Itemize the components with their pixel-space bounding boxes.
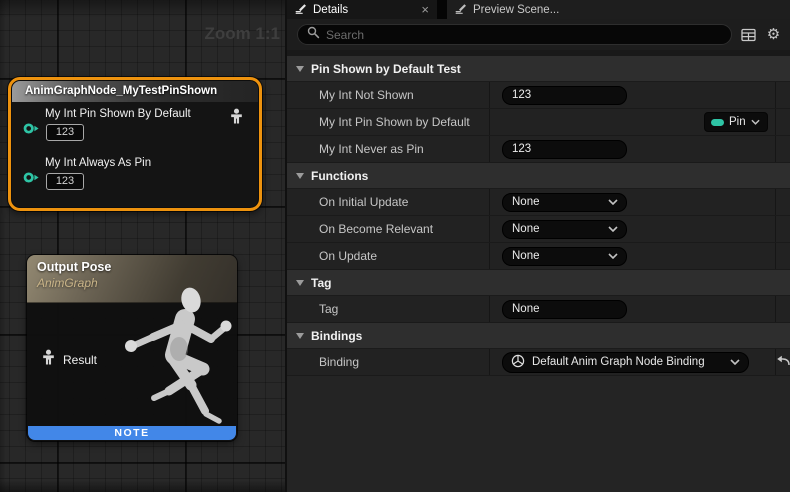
tab-preview-scene[interactable]: Preview Scene... <box>447 0 790 19</box>
node-note-banner[interactable]: NOTE <box>28 426 236 440</box>
function-dropdown[interactable]: None <box>502 247 627 266</box>
int-value-input[interactable]: 123 <box>502 140 627 159</box>
tab-label: Details <box>313 4 348 16</box>
property-row-on-update: On Update None <box>287 243 790 270</box>
chevron-down-icon <box>608 196 618 208</box>
reset-to-default-icon[interactable] <box>776 353 790 371</box>
section-header-tag[interactable]: Tag <box>287 270 790 296</box>
property-row-tag: Tag None <box>287 296 790 323</box>
result-pin-label: Result <box>63 353 97 367</box>
section-header-bindings[interactable]: Bindings <box>287 323 790 349</box>
property-row-on-initial-update: On Initial Update None <box>287 189 790 216</box>
zoom-level-label: Zoom 1:1 <box>204 24 280 44</box>
binding-class-icon <box>511 354 525 371</box>
property-row-my-int-not-shown: My Int Not Shown 123 <box>287 82 790 109</box>
section-header-pin-shown-by-default-test[interactable]: Pin Shown by Default Test <box>287 56 790 82</box>
section-header-functions[interactable]: Functions <box>287 163 790 189</box>
pin-visibility-dropdown[interactable]: Pin <box>704 112 768 132</box>
close-tab-icon[interactable]: × <box>421 3 429 16</box>
view-options-icon[interactable] <box>740 26 757 43</box>
binding-dropdown[interactable]: Default Anim Graph Node Binding <box>502 352 749 373</box>
collapse-arrow-icon[interactable] <box>296 66 304 72</box>
collapse-arrow-icon[interactable] <box>296 333 304 339</box>
node-pin-area: My Int Pin Shown By Default 123 My Int A… <box>12 102 258 207</box>
int-value-input[interactable]: 123 <box>502 86 627 105</box>
pin-default-value-input[interactable]: 123 <box>46 173 84 190</box>
tab-details[interactable]: Details × <box>287 0 437 19</box>
node-body: AnimGraphNode_MyTestPinShown My Int Pin … <box>12 81 258 207</box>
function-dropdown[interactable]: None <box>502 220 627 239</box>
pin-default-value-input[interactable]: 123 <box>46 124 84 141</box>
panel-tab-bar: Details × Preview Scene... <box>287 0 790 19</box>
details-tab-icon <box>295 2 307 17</box>
property-list: Pin Shown by Default Test My Int Not Sho… <box>287 56 790 492</box>
anim-graph-canvas[interactable]: Zoom 1:1 AnimGraphNode_MyTestPinShown My… <box>0 0 285 492</box>
node-title[interactable]: AnimGraphNode_MyTestPinShown <box>12 81 258 102</box>
collapse-arrow-icon[interactable] <box>296 280 304 286</box>
pin-capsule-icon <box>711 119 724 126</box>
preview-scene-tab-icon <box>455 2 467 17</box>
pose-input-pin-icon[interactable] <box>41 349 56 371</box>
search-box[interactable] <box>297 24 732 45</box>
search-icon <box>307 26 320 44</box>
property-row-binding: Binding Default Anim Graph Node Binding <box>287 349 790 376</box>
tab-label: Preview Scene... <box>473 4 559 16</box>
node-output-pose[interactable]: Output Pose AnimGraph <box>27 255 237 441</box>
result-pin[interactable]: Result <box>41 349 97 371</box>
search-input[interactable] <box>326 28 722 42</box>
int-pin-icon[interactable] <box>23 171 40 189</box>
property-row-on-become-relevant: On Become Relevant None <box>287 216 790 243</box>
collapse-arrow-icon[interactable] <box>296 173 304 179</box>
tag-text-input[interactable]: None <box>502 300 627 319</box>
property-row-my-int-never-as-pin: My Int Never as Pin 123 <box>287 136 790 163</box>
node-animgraphnode-mytestpinshown[interactable]: AnimGraphNode_MyTestPinShown My Int Pin … <box>8 77 262 211</box>
property-row-my-int-pin-shown-by-default: My Int Pin Shown by Default Pin <box>287 109 790 136</box>
chevron-down-icon <box>751 116 760 128</box>
node-title: Output Pose <box>37 260 237 274</box>
chevron-down-icon <box>608 223 618 235</box>
settings-gear-icon[interactable]: ⚙ <box>765 26 782 43</box>
pin-label: My Int Pin Shown By Default <box>45 108 191 120</box>
chevron-down-icon <box>730 356 740 368</box>
pose-output-pin-icon[interactable] <box>229 108 244 130</box>
int-pin-icon[interactable] <box>23 122 40 140</box>
details-panel: Details × Preview Scene... ⚙ <box>285 0 790 492</box>
mannequin-run-image <box>107 283 237 433</box>
chevron-down-icon <box>608 250 618 262</box>
pin-label: My Int Always As Pin <box>45 157 151 169</box>
function-dropdown[interactable]: None <box>502 193 627 212</box>
details-toolbar: ⚙ <box>287 19 790 50</box>
unreal-animgraph-editor: Zoom 1:1 AnimGraphNode_MyTestPinShown My… <box>0 0 790 492</box>
